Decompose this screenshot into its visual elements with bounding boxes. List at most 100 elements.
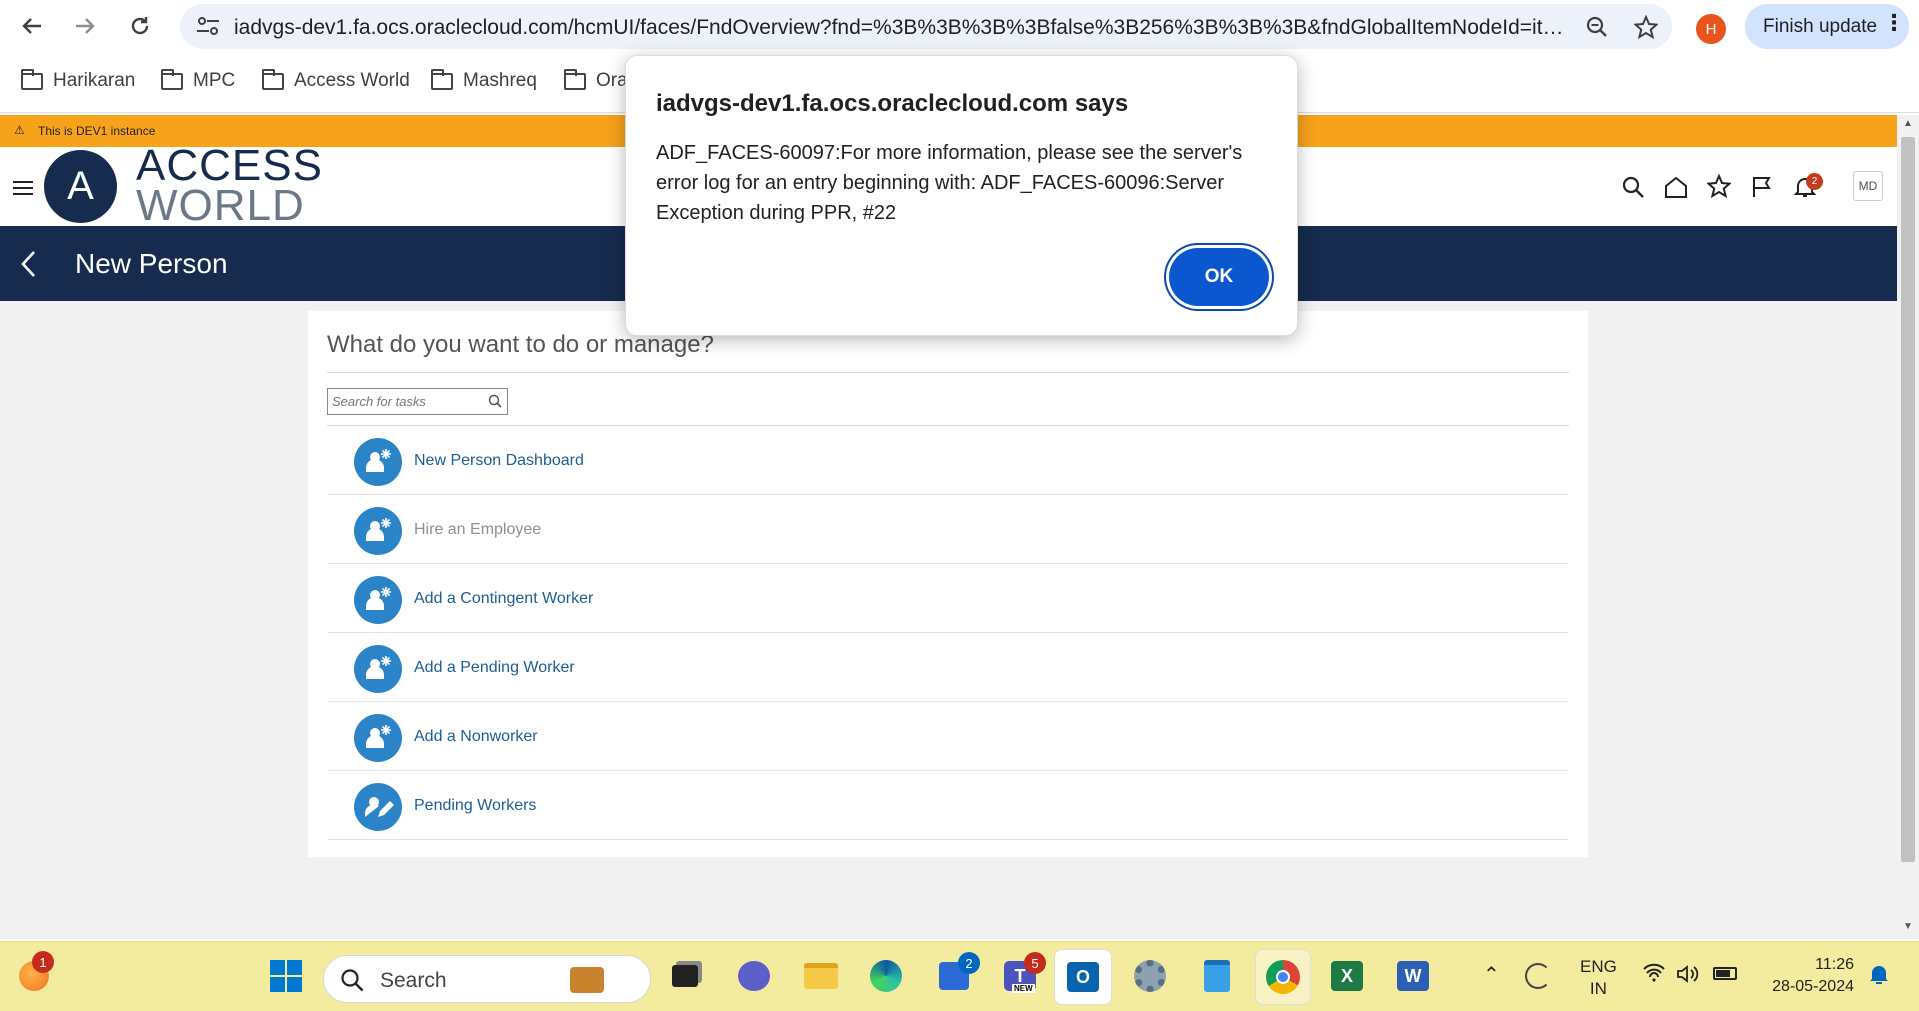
outlook-button[interactable]: O [1054,949,1112,1005]
scrollbar-thumb[interactable] [1901,137,1915,862]
dev-banner-text: This is DEV1 instance [38,124,156,138]
heading-divider [327,372,1569,373]
folder-icon [161,68,183,90]
task-view-icon [672,965,698,987]
windows-taskbar: 1 Search 2 T NEW 5 O X W ⌃ ENG IN 11:26 … [0,941,1919,1011]
scroll-up-arrow-icon[interactable]: ▲ [1903,118,1913,129]
outlook-icon: O [1067,962,1099,992]
logo-emblem[interactable]: A [44,150,117,223]
watchlist-flag-icon[interactable] [1750,175,1774,199]
page-title: New Person [75,248,228,279]
scroll-down-arrow-icon[interactable]: ▼ [1903,921,1913,932]
teams-badge: 5 [1024,952,1046,974]
task-label[interactable]: Add a Nonworker [414,728,538,746]
back-button[interactable] [14,8,50,44]
person-add-icon [354,576,402,624]
folder-icon [431,68,453,90]
forward-button[interactable] [67,8,103,44]
task-row-pending-workers[interactable]: Pending Workers [328,771,1568,840]
sync-icon[interactable] [1525,963,1551,989]
bookmark-access-world[interactable]: Access World [262,68,410,94]
bookmark-label: MPC [193,70,236,91]
gear-icon [1134,960,1166,992]
person-edit-icon [354,783,402,831]
task-row-add-pending-worker[interactable]: Add a Pending Worker [328,633,1568,702]
dialog-title: iadvgs-dev1.fa.ocs.oraclecloud.com says [656,90,1129,117]
back-chevron-icon[interactable] [20,250,38,278]
file-explorer-button[interactable] [801,956,841,996]
task-search-input[interactable] [332,392,482,411]
notepad-button[interactable] [1197,956,1237,996]
bookmark-harikaran[interactable]: Harikaran [21,68,135,94]
task-label[interactable]: New Person Dashboard [414,452,584,470]
task-label: Hire an Employee [414,521,542,538]
user-initials-avatar[interactable]: MD [1853,171,1883,201]
hamburger-menu-icon[interactable] [13,181,33,195]
edge-button[interactable] [866,956,906,996]
folder-icon [262,68,284,90]
profile-avatar[interactable]: H [1696,14,1726,44]
notepad-icon [1204,960,1230,992]
dialog-message: ADF_FACES-60097:For more information, pl… [656,142,1243,224]
bookmark-label: Ora [596,70,628,91]
task-view-button[interactable] [665,956,705,996]
home-icon[interactable] [1664,175,1688,199]
zoom-icon[interactable] [1586,16,1608,38]
windows-logo-icon [270,960,302,992]
task-row-add-nonworker[interactable]: Add a Nonworker [328,702,1568,771]
wifi-icon[interactable] [1642,962,1666,988]
word-button[interactable]: W [1393,956,1433,996]
language-indicator[interactable]: ENG IN [1580,956,1617,1000]
notification-count-badge: 2 [1806,173,1823,190]
warning-icon: ⚠ [14,123,25,137]
bookmark-mpc[interactable]: MPC [161,68,235,94]
taskbar-search[interactable]: Search [323,955,651,1003]
clock-time: 11:26 [1815,956,1854,973]
battery-icon[interactable] [1713,967,1737,980]
start-button[interactable] [266,956,306,996]
bookmark-mashreq[interactable]: Mashreq [431,68,537,94]
task-search-field[interactable] [327,388,508,415]
tasks-panel: What do you want to do or manage? New Pe… [308,311,1588,857]
person-add-icon [354,438,402,486]
url-text[interactable]: iadvgs-dev1.fa.ocs.oraclecloud.com/hcmUI… [234,16,1564,40]
alert-dialog: iadvgs-dev1.fa.ocs.oraclecloud.com says … [625,55,1298,336]
search-icon[interactable] [1621,175,1645,199]
favorites-star-icon[interactable] [1707,174,1731,198]
bookmark-label: Harikaran [53,70,136,91]
show-hidden-icons-chevron-icon[interactable]: ⌃ [1483,962,1500,987]
teams-new-label: NEW [1012,984,1035,993]
bookmark-label: Access World [294,70,410,91]
volume-icon[interactable] [1676,964,1700,989]
store-badge: 2 [958,952,980,974]
finish-update-button[interactable]: Finish update ⋮ [1745,4,1909,49]
excel-button[interactable]: X [1327,956,1367,996]
clock-date: 28-05-2024 [1772,978,1854,995]
search-icon[interactable] [488,394,502,408]
settings-button[interactable] [1130,956,1170,996]
teams-chat-button[interactable] [734,956,774,996]
clock[interactable]: 11:26 28-05-2024 [1762,954,1854,998]
word-icon: W [1397,961,1429,991]
task-label[interactable]: Add a Contingent Worker [414,590,593,608]
reload-icon [131,17,149,35]
chat-icon [738,961,770,991]
region-code: IN [1589,979,1607,998]
chrome-button[interactable] [1255,949,1311,1005]
task-row-add-contingent-worker[interactable]: Add a Contingent Worker [328,564,1568,633]
ok-button[interactable]: OK [1169,248,1269,306]
task-row-new-person-dashboard[interactable]: New Person Dashboard [328,426,1568,495]
task-label[interactable]: Add a Pending Worker [414,659,575,677]
task-label[interactable]: Pending Workers [414,797,536,815]
chrome-icon [1266,960,1300,994]
folder-icon [804,963,838,989]
site-settings-icon[interactable] [196,16,220,36]
notification-center-bell-icon[interactable] [1868,962,1890,991]
more-menu-icon: ⋮ [1883,10,1905,35]
address-bar[interactable]: iadvgs-dev1.fa.ocs.oraclecloud.com/hcmUI… [180,4,1672,49]
reload-button[interactable] [122,8,158,44]
bookmark-ora[interactable]: Ora [564,68,628,94]
bookmark-star-icon[interactable] [1634,15,1658,39]
forward-arrow-icon [76,18,95,34]
excel-icon: X [1331,961,1363,991]
